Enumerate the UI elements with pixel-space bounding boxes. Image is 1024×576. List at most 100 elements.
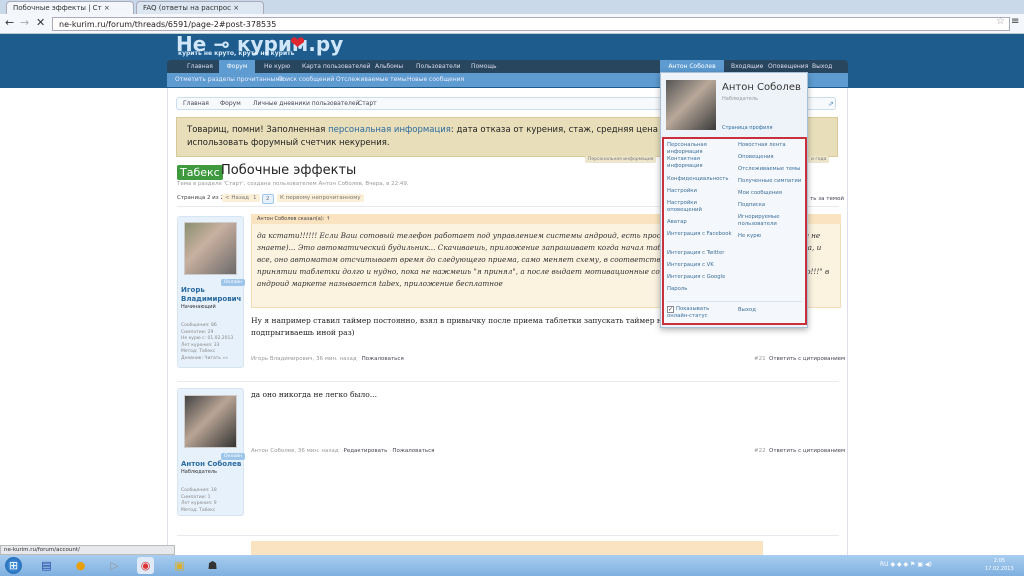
start-button[interactable]: ⊞ — [5, 557, 22, 574]
page-1[interactable]: 1 — [250, 194, 260, 202]
breadcrumb-item[interactable]: Главная — [183, 100, 209, 107]
menu-watched-threads[interactable]: Отслеживаемые темы — [738, 166, 804, 178]
thread-meta: Тема в разделе 'Старт', создана пользова… — [177, 181, 409, 187]
tab-faq[interactable]: FAQ (ответы на распрос × — [136, 1, 264, 14]
reply-quote-link[interactable]: Ответить с цитированием — [769, 356, 845, 362]
account-links-right: Новостная лента Оповещения Отслеживаемые… — [738, 142, 804, 245]
star-icon[interactable]: ☆ — [996, 16, 1005, 27]
edit-link[interactable]: Редактировать — [344, 448, 388, 454]
post-number[interactable]: #22 — [754, 448, 766, 454]
user-block: Антон Соболев Наблюдатель — [181, 460, 243, 475]
notes-app-icon[interactable]: ▣ — [171, 557, 188, 574]
personal-info-link[interactable]: персональная информация — [328, 125, 451, 135]
nav-user-map[interactable]: Карта пользователей — [302, 60, 370, 73]
chrome-app-icon[interactable]: ◉ — [137, 557, 154, 574]
nav-users[interactable]: Пользователи — [416, 60, 461, 73]
quote-block — [251, 541, 763, 555]
post-number[interactable]: #21 — [754, 356, 766, 362]
menu-twitter[interactable]: Интеграция с Twitter — [667, 250, 733, 262]
menu-vk[interactable]: Интеграция с VK — [667, 262, 733, 274]
nav-forum[interactable]: Форум — [219, 60, 255, 73]
menu-facebook[interactable]: Интеграция с Facebook — [667, 231, 733, 250]
menu-contact-info[interactable]: Контактная информация — [667, 156, 733, 176]
breadcrumb-item[interactable]: Личные дневники пользователей — [253, 100, 359, 107]
popup-avatar[interactable] — [666, 80, 716, 130]
address-bar[interactable]: ne-kurim.ru/forum/threads/6591/page-2#po… — [52, 17, 1010, 31]
nav-not-smoking[interactable]: Не курю — [264, 60, 290, 73]
floppy-app-icon[interactable]: ▤ — [38, 557, 55, 574]
reply-quote-link[interactable]: Ответить с цитированием — [769, 448, 845, 454]
avatar[interactable] — [184, 222, 237, 275]
subnav-mark-read[interactable]: Отметить разделы прочитанными — [175, 76, 284, 83]
clock[interactable]: 2:05 17.02.2013 — [985, 557, 1014, 573]
tab-title: Побочные эффекты | Ст — [13, 4, 102, 12]
post-date: Антон Соболев, 36 мин. назад — [251, 448, 339, 454]
notice-tag[interactable]: и года — [808, 156, 830, 163]
username[interactable]: Антон Соболев — [181, 460, 243, 469]
notice-tag[interactable]: Персональная информация — [585, 156, 657, 163]
menu-logout[interactable]: Выход — [738, 307, 804, 314]
page-title: Побочные эффекты — [221, 163, 357, 178]
post-message: да оно никогда не легко было... — [251, 390, 377, 399]
notice-text: Товарищ, помни! Заполненная — [187, 125, 329, 135]
status-bar: ne-kurim.ru/forum/account/ — [0, 545, 175, 555]
divider — [177, 535, 839, 536]
post-footer: Антон Соболев, 36 мин. назад Редактироват… — [251, 448, 435, 454]
online-badge: Онлайн — [221, 279, 245, 286]
game-app-icon[interactable]: ☗ — [204, 557, 221, 574]
account-links-left: Персональная информация Контактная инфор… — [667, 142, 733, 298]
thread-prefix[interactable]: Табекс — [177, 165, 223, 180]
profile-page-link[interactable]: Страница профиля — [722, 125, 772, 131]
report-link[interactable]: Пожаловаться — [392, 448, 434, 454]
menu-google[interactable]: Интеграция с Google — [667, 274, 733, 286]
avatar[interactable] — [184, 395, 237, 448]
menu-settings[interactable]: Настройки — [667, 188, 733, 200]
post-footer: Игорь Владимирович, 36 мин. назад Пожалов… — [251, 356, 404, 362]
user-title: Начинающий — [181, 304, 216, 310]
popup-username: Антон Соболев — [722, 82, 801, 93]
nav-help[interactable]: Помощь — [471, 60, 497, 73]
back-icon[interactable]: ← — [5, 16, 14, 29]
breadcrumb-item[interactable]: Старт — [358, 100, 377, 107]
menu-likes[interactable]: Полученные симпатии — [738, 178, 804, 190]
breadcrumb-item[interactable]: Форум — [220, 100, 241, 107]
menu-privacy[interactable]: Конфиденциальность — [667, 176, 733, 188]
subnav-search[interactable]: Поиск сообщений — [278, 76, 334, 83]
nav-home[interactable]: Главная — [187, 60, 213, 73]
user-block: Игорь Владимирович Начинающий — [181, 286, 243, 310]
forward-icon[interactable]: → — [20, 16, 29, 29]
stop-icon[interactable]: ✕ — [36, 16, 45, 29]
show-online-label[interactable]: Показывать онлайн-статус — [667, 306, 727, 319]
page-2-current[interactable]: 2 — [262, 194, 274, 204]
aimp-app-icon[interactable]: ● — [72, 557, 89, 574]
menu-password[interactable]: Пароль — [667, 286, 733, 298]
menu-alert-settings[interactable]: Настройки оповещений — [667, 200, 733, 219]
post-date: Игорь Владимирович, 36 мин. назад — [251, 356, 357, 362]
prev-page[interactable]: < Назад — [222, 194, 252, 202]
nav-albums[interactable]: Альбомы — [375, 60, 403, 73]
jump-icon[interactable]: ⇗ — [828, 100, 834, 108]
subnav-watched[interactable]: Отслеживаемые темы — [336, 76, 407, 83]
menu-news-feed[interactable]: Новостная лента — [738, 142, 804, 154]
menu-personal-info[interactable]: Персональная информация — [667, 142, 733, 156]
user-stats: Сообщения: 86 Симпатии: 29 Не курю с: 01.0… — [181, 323, 234, 361]
player-app-icon[interactable]: ▷ — [106, 557, 123, 574]
menu-subscription[interactable]: Подписка — [738, 202, 804, 214]
subnav-new-posts[interactable]: Новые сообщения — [407, 76, 464, 83]
popup-user-title: Наблюдатель — [722, 96, 758, 102]
menu-avatar[interactable]: Аватар — [667, 219, 733, 231]
online-badge: Онлайн — [221, 453, 245, 460]
nav-logout[interactable]: Выход — [812, 60, 832, 73]
tab-active[interactable]: Побочные эффекты | Ст × — [6, 1, 134, 14]
tray-icons[interactable]: RU ◆ ◆ ◆ ⚑ ▣ ◀) — [880, 561, 932, 568]
menu-not-smoking[interactable]: Не курю — [738, 233, 804, 245]
menu-icon[interactable]: ≡ — [1011, 16, 1019, 27]
tab-title: FAQ (ответы на распрос — [143, 4, 231, 12]
report-link[interactable]: Пожаловаться — [362, 356, 404, 362]
first-unread[interactable]: К первому непрочитанному — [277, 194, 364, 202]
menu-alerts[interactable]: Оповещения — [738, 154, 804, 166]
username[interactable]: Игорь Владимирович — [181, 286, 243, 304]
watch-thread-link[interactable]: ть за темой — [810, 196, 844, 202]
menu-ignored-users[interactable]: Игнорируемые пользователи — [738, 214, 804, 233]
menu-my-posts[interactable]: Мои сообщения — [738, 190, 804, 202]
